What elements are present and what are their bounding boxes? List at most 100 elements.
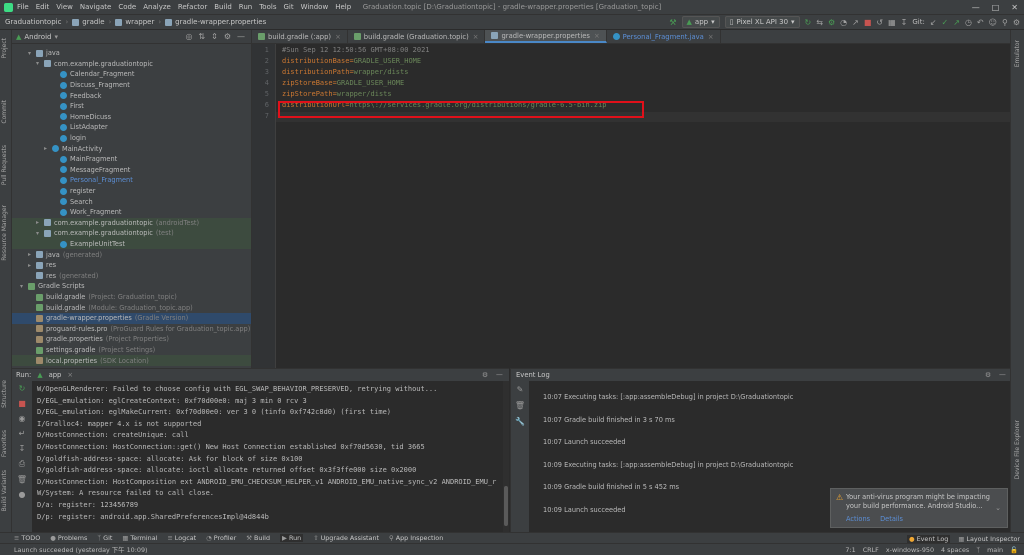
locate-icon[interactable]: ◎ — [185, 32, 192, 41]
menu-window[interactable]: Window — [301, 3, 329, 11]
tree-item[interactable]: ▾ java — [12, 48, 251, 59]
layout-inspector-tab[interactable]: ▦ Layout Inspector — [958, 535, 1020, 543]
tree-item[interactable]: register — [12, 186, 251, 197]
close-icon[interactable]: × — [594, 32, 600, 40]
close-icon[interactable]: ✕ — [1011, 3, 1018, 12]
code-line[interactable]: #Sun Sep 12 12:50:56 GMT+08:00 2021 — [282, 46, 430, 54]
breadcrumb-project[interactable]: Graduationtopic — [5, 18, 61, 26]
code-line[interactable]: distributionPath=wrapper/dists — [282, 68, 408, 76]
gear-icon[interactable]: ⚙ — [224, 32, 231, 41]
tree-item[interactable]: Calendar_Fragment — [12, 69, 251, 80]
chevron-icon[interactable]: ▾ — [36, 60, 44, 67]
tree-item[interactable]: login — [12, 133, 251, 144]
git-push-icon[interactable]: ↗ — [953, 18, 960, 27]
pull-requests-tool-tab[interactable]: Pull Requests — [1, 145, 8, 185]
camera-icon[interactable]: ◉ — [19, 414, 26, 423]
chevron-down-icon[interactable]: ⌄ — [995, 504, 1001, 512]
rerun-icon[interactable]: ↻ — [19, 384, 26, 393]
tree-item[interactable]: HomeDicuss — [12, 112, 251, 123]
close-icon[interactable]: × — [67, 371, 73, 379]
tree-item[interactable]: ▸ res — [12, 260, 251, 271]
settings-icon[interactable]: 🔧 — [515, 417, 525, 426]
stop-icon[interactable]: ■ — [18, 399, 26, 408]
commit-tool-tab[interactable]: Commit — [1, 100, 8, 124]
menu-code[interactable]: Code — [118, 3, 136, 11]
structure-tool-tab[interactable]: Structure — [1, 380, 8, 408]
breadcrumb-gradle[interactable]: gradle — [82, 18, 104, 26]
tree-item[interactable]: ListAdapter — [12, 122, 251, 133]
actions-link[interactable]: Actions — [846, 515, 870, 523]
tree-item[interactable]: res (generated) — [12, 271, 251, 282]
tree-item[interactable]: ▾ com.example.graduationtopic — [12, 59, 251, 70]
menu-view[interactable]: View — [56, 3, 73, 11]
run-config-tab[interactable]: app — [49, 371, 62, 379]
git-branch[interactable]: main — [987, 546, 1003, 554]
menu-navigate[interactable]: Navigate — [80, 3, 111, 11]
soft-wrap-icon[interactable]: ↵ — [19, 429, 26, 438]
chevron-icon[interactable]: ▾ — [20, 283, 28, 290]
debug-icon[interactable]: ⚙ — [828, 18, 835, 27]
tab-build-gradle-project[interactable]: build.gradle (Graduation.topic) × — [348, 30, 486, 43]
favorites-tool-tab[interactable]: Favorites — [1, 430, 8, 457]
tree-item[interactable]: First — [12, 101, 251, 112]
chevron-icon[interactable]: ▸ — [44, 145, 52, 152]
tree-item[interactable]: gradle-wrapper.properties (Gradle Version… — [12, 313, 251, 324]
project-tool-tab[interactable]: Project — [1, 38, 8, 59]
apply-changes-icon[interactable]: ⇆ — [816, 18, 823, 27]
tree-item[interactable]: ExampleUnitTest — [12, 238, 251, 250]
build-tab[interactable]: ⚒ Build — [246, 534, 270, 542]
tab-build-gradle-app[interactable]: build.gradle (:app) × — [252, 30, 348, 43]
lock-icon[interactable]: 🔓 — [1010, 546, 1018, 554]
sdk-manager-icon[interactable]: ↧ — [901, 18, 908, 27]
tab-gradle-wrapper-properties[interactable]: gradle-wrapper.properties × — [485, 30, 607, 43]
mark-read-icon[interactable]: ✎ — [517, 385, 524, 394]
menu-git[interactable]: Git — [283, 3, 293, 11]
sync-icon[interactable]: ↺ — [876, 18, 883, 27]
profiler-tab[interactable]: ◔ Profiler — [206, 534, 236, 542]
chevron-icon[interactable]: ▾ — [28, 50, 36, 57]
trash-icon[interactable]: 🗑 — [17, 475, 27, 484]
run-tab[interactable]: ▶ Run — [280, 534, 304, 542]
user-icon[interactable]: ☺ — [989, 18, 997, 27]
avd-manager-icon[interactable]: ▦ — [888, 18, 896, 27]
project-view-mode[interactable]: Android — [24, 33, 51, 41]
file-encoding[interactable]: x-windows-950 — [886, 546, 934, 554]
tree-item[interactable]: proguard-rules.pro (ProGuard Rules for Gr… — [12, 324, 251, 335]
git-update-icon[interactable]: ↙ — [930, 18, 937, 27]
code-line[interactable]: zipStorePath=wrapper/dists — [282, 90, 392, 98]
tree-item[interactable]: Feedback — [12, 90, 251, 101]
console-scrollbar[interactable] — [503, 381, 509, 533]
profile-icon[interactable]: ◔ — [840, 18, 847, 27]
close-icon[interactable]: × — [708, 33, 714, 41]
run-config-select[interactable]: ▲ app ▾ — [681, 16, 720, 28]
pin-icon[interactable]: ● — [19, 490, 26, 499]
menu-refactor[interactable]: Refactor — [178, 3, 207, 11]
git-commit-icon[interactable]: ✓ — [942, 18, 949, 27]
details-link[interactable]: Details — [880, 515, 903, 523]
tree-item[interactable]: Search — [12, 196, 251, 207]
tree-item[interactable]: build.gradle (Project: Graduation_topic) — [12, 292, 251, 303]
rollback-icon[interactable]: ↶ — [977, 18, 984, 27]
expand-all-icon[interactable]: ⇕ — [211, 32, 218, 41]
trash-icon[interactable]: 🗑 — [515, 401, 525, 410]
tree-item[interactable]: ▸ MainActivity — [12, 143, 251, 154]
git-tab[interactable]: ᛉ Git — [97, 534, 112, 542]
search-icon[interactable]: ⚲ — [1002, 18, 1008, 27]
tree-item[interactable]: Discuss_Fragment — [12, 80, 251, 91]
hide-icon[interactable]: — — [237, 32, 245, 41]
emulator-tool-tab[interactable]: Emulator — [1014, 40, 1021, 67]
tree-item[interactable]: settings.gradle (Project Settings) — [12, 345, 251, 356]
menu-build[interactable]: Build — [214, 3, 232, 11]
tree-item[interactable]: ▾ com.example.graduationtopic (test) — [12, 228, 251, 239]
menu-edit[interactable]: Edit — [36, 3, 50, 11]
hide-icon[interactable]: — — [999, 371, 1006, 379]
app-inspection-tab[interactable]: ⚲ App Inspection — [389, 534, 443, 542]
tree-item[interactable]: ▸ com.example.graduationtopic (androidTest… — [12, 217, 251, 229]
tree-item[interactable]: Personal_Fragment — [12, 175, 251, 186]
menu-analyze[interactable]: Analyze — [143, 3, 171, 11]
logcat-tab[interactable]: ≡ Logcat — [167, 534, 196, 542]
gear-icon[interactable]: ⚙ — [985, 371, 991, 379]
todo-tab[interactable]: ≡ TODO — [14, 534, 40, 542]
settings-icon[interactable]: ⚙ — [1013, 18, 1020, 27]
device-file-explorer-tool-tab[interactable]: Device File Explorer — [1014, 420, 1021, 479]
